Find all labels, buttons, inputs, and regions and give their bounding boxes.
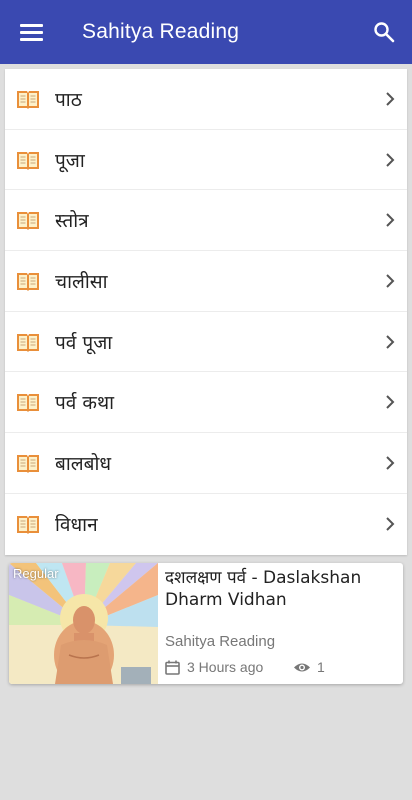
search-icon[interactable] bbox=[372, 20, 396, 44]
list-item-chalisa[interactable]: चालीसा bbox=[5, 251, 407, 312]
eye-icon bbox=[294, 663, 310, 672]
book-icon bbox=[17, 91, 39, 109]
book-icon bbox=[17, 151, 39, 170]
app-title: Sahitya Reading bbox=[82, 20, 240, 43]
list-item-label: पाठ bbox=[55, 89, 82, 111]
app-bar: Sahitya Reading bbox=[0, 0, 412, 64]
chevron-right-icon bbox=[386, 213, 395, 228]
list-item-puja[interactable]: पूजा bbox=[5, 130, 407, 191]
post-card[interactable]: Regular दशलक्षण पर्व - Daslakshan Dharm … bbox=[9, 563, 403, 684]
post-author: Sahitya Reading bbox=[165, 633, 276, 650]
list-item-parv-puja[interactable]: पर्व पूजा bbox=[5, 312, 407, 373]
list-item-label: विधान bbox=[55, 513, 98, 536]
list-item-balbodh[interactable]: बालबोध bbox=[5, 433, 407, 494]
book-icon bbox=[17, 394, 39, 413]
chevron-right-icon bbox=[386, 517, 395, 531]
book-icon bbox=[17, 212, 39, 231]
list-item-path[interactable]: पाठ bbox=[5, 69, 407, 130]
list-item-label: स्तोत्र bbox=[55, 210, 89, 233]
calendar-icon bbox=[165, 660, 180, 675]
chevron-right-icon bbox=[386, 395, 395, 410]
post-title[interactable]: दशलक्षण पर्व - Daslakshan Dharm Vidhan bbox=[165, 567, 395, 611]
book-icon bbox=[17, 515, 39, 534]
list-item-label: पर्व पूजा bbox=[55, 331, 113, 354]
book-icon bbox=[17, 333, 39, 352]
post-thumbnail[interactable]: Regular bbox=[9, 563, 158, 684]
list-item-parv-katha[interactable]: पर्व कथा bbox=[5, 372, 407, 434]
list-item-vidhan[interactable]: विधान bbox=[5, 494, 407, 555]
chevron-right-icon bbox=[386, 274, 395, 288]
chevron-right-icon bbox=[386, 152, 395, 167]
post-time: 3 Hours ago bbox=[187, 659, 264, 675]
list-item-label: पूजा bbox=[55, 149, 85, 172]
list-item-label: बालबोध bbox=[55, 453, 112, 476]
list-item-label: चालीसा bbox=[55, 271, 108, 294]
chevron-right-icon bbox=[386, 456, 395, 470]
post-thumbnail-image bbox=[9, 563, 158, 684]
list-item-label: पर्व कथा bbox=[55, 392, 115, 415]
chevron-right-icon bbox=[386, 92, 395, 106]
book-icon bbox=[17, 455, 39, 474]
chevron-right-icon bbox=[386, 335, 395, 349]
category-list: पाठ पूजा स्तोत्र चालीसा पर्व पूजा पर्व क… bbox=[5, 69, 407, 555]
post-type-badge: Regular bbox=[13, 566, 59, 581]
list-item-stotra[interactable]: स्तोत्र bbox=[5, 190, 407, 252]
hamburger-menu-icon[interactable] bbox=[20, 24, 44, 42]
view-count: 1 bbox=[317, 659, 325, 675]
book-icon bbox=[17, 273, 39, 292]
